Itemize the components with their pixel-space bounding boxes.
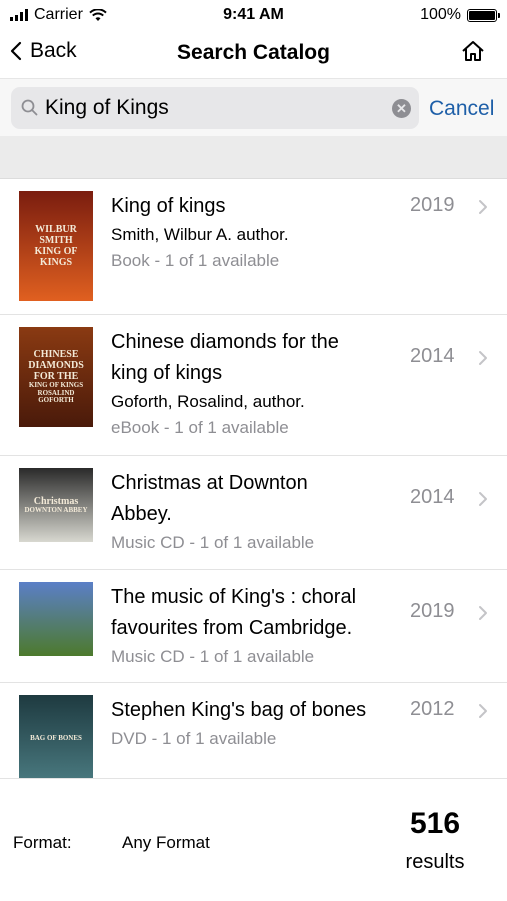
search-icon (21, 99, 38, 116)
clear-icon[interactable]: ✕ (392, 99, 411, 118)
battery-percent: 100% (420, 6, 461, 23)
cover-image (19, 582, 93, 656)
result-info: King of kings Smith, Wilbur A. author. Boo… (111, 191, 411, 274)
status-bar: Carrier 9:41 AM 100% (0, 0, 507, 30)
result-row[interactable]: WILBUR SMITH KING OF KINGS King of kings Smit… (0, 179, 507, 315)
cover-text: DIAMONDS (28, 359, 84, 371)
result-row[interactable]: BAG OF BONES Stephen King's bag of bones D… (0, 683, 507, 779)
result-title: king of kings (111, 362, 223, 384)
result-author: Smith, Wilbur A. author. (111, 225, 289, 244)
cover-text: KINGS (39, 257, 73, 268)
cover-text: BAG OF BONES (30, 734, 82, 743)
search-field: ✕ (11, 87, 419, 129)
cover-image: CHINESE DIAMONDS FOR THE KING OF KINGS ROSAL… (19, 327, 93, 427)
result-year: 2019 (410, 194, 455, 216)
result-year: 2012 (410, 698, 455, 720)
cover-text: ROSALIND GOFORTH (37, 388, 75, 405)
result-title: Chinese diamonds for the (111, 331, 339, 353)
result-format: Music CD - 1 of 1 available (111, 533, 315, 552)
result-info: The music of King's : choral favourites f… (111, 582, 411, 670)
home-button[interactable] (461, 40, 485, 67)
cover-image: WILBUR SMITH KING OF KINGS (19, 191, 93, 301)
result-title: Abbey. (111, 503, 172, 525)
search-input[interactable] (45, 87, 385, 129)
result-title: Christmas at Downton (111, 472, 308, 494)
results-footer: Format: Any Format 516 results (0, 778, 507, 901)
result-row[interactable]: Christmas DOWNTON ABBEY Christmas at Downt… (0, 456, 507, 570)
cover-image: Christmas DOWNTON ABBEY (19, 468, 93, 542)
cover-text: CHINESE (33, 348, 79, 360)
result-year: 2014 (410, 486, 455, 508)
cover-text: DOWNTON ABBEY (24, 505, 88, 514)
result-row[interactable]: The music of King's : choral favourites f… (0, 570, 507, 683)
result-info: Christmas at Downton Abbey. Music CD - 1 o… (111, 468, 411, 556)
battery-icon (467, 8, 500, 22)
results-count-label: results (405, 851, 465, 873)
format-label: Format: (13, 833, 72, 852)
result-year: 2019 (410, 600, 455, 622)
cover-text: KING OF (34, 246, 78, 257)
navigation-bar: Back Search Catalog (0, 30, 507, 76)
chevron-right-icon (479, 351, 487, 365)
status-right: 100% (420, 6, 500, 24)
chevron-right-icon (479, 704, 487, 718)
cancel-button[interactable]: Cancel (429, 97, 494, 121)
result-info: Stephen King's bag of bones DVD - 1 of 1 … (111, 695, 411, 752)
search-bar: ✕ Cancel (0, 78, 507, 137)
chevron-right-icon (479, 606, 487, 620)
chevron-right-icon (479, 200, 487, 214)
chevron-right-icon (479, 492, 487, 506)
result-author: Goforth, Rosalind, author. (111, 392, 305, 411)
home-icon (462, 41, 484, 61)
result-info: Chinese diamonds for the king of kings Gof… (111, 327, 411, 441)
result-row[interactable]: CHINESE DIAMONDS FOR THE KING OF KINGS ROSAL… (0, 315, 507, 456)
cover-image: BAG OF BONES (19, 695, 93, 779)
result-title: favourites from Cambridge. (111, 617, 353, 639)
cover-text: SMITH (39, 235, 73, 246)
results-count: 516 (409, 807, 461, 840)
format-selector[interactable]: Any Format (122, 833, 210, 853)
result-title: King of kings (111, 195, 226, 217)
page-title: Search Catalog (177, 41, 330, 64)
result-format: Music CD - 1 of 1 available (111, 647, 315, 666)
cover-text: WILBUR (35, 224, 77, 235)
cover-text: Christmas (33, 495, 79, 507)
result-format: Book - 1 of 1 available (111, 251, 280, 270)
result-title: Stephen King's bag of bones (111, 699, 367, 721)
result-year: 2014 (410, 345, 455, 367)
result-format: DVD - 1 of 1 available (111, 729, 277, 748)
result-format: eBook - 1 of 1 available (111, 418, 289, 437)
results-list[interactable]: WILBUR SMITH KING OF KINGS King of kings Smit… (0, 179, 507, 779)
results-header-band (0, 136, 507, 179)
result-title: The music of King's : choral (111, 586, 357, 608)
